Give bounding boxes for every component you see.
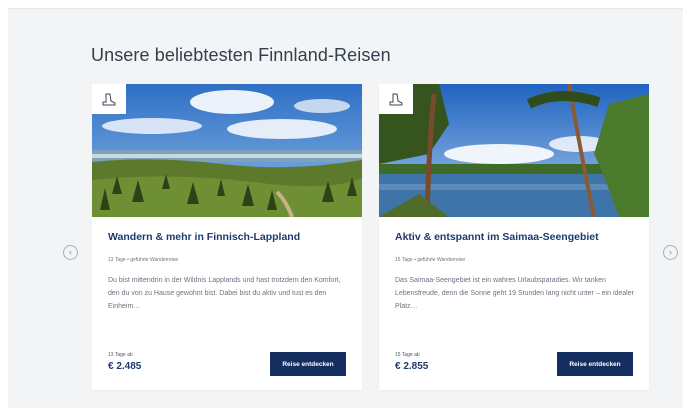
discover-tour-button[interactable]: Reise entdecken: [270, 352, 346, 376]
tour-type-badge: [379, 84, 413, 114]
tour-price: € 2.485: [108, 361, 142, 372]
chevron-left-icon: ‹: [69, 247, 72, 257]
section-title: Unsere beliebtesten Finnland-Reisen: [91, 45, 391, 65]
tour-meta: 13 Tage • geführte Wanderreise: [108, 257, 179, 263]
tour-type-badge: [92, 84, 126, 114]
carousel-next-button[interactable]: ›: [663, 245, 678, 260]
tour-price: € 2.855: [395, 361, 429, 372]
hiking-boot-icon: [102, 93, 116, 106]
tour-photo-lapland[interactable]: [92, 84, 362, 217]
tour-description: Das Saimaa-Seengebiet ist ein wahres Url…: [395, 277, 634, 310]
hiking-boot-icon: [389, 93, 403, 106]
tour-meta: 15 Tage • geführte Wanderreise: [395, 257, 466, 263]
tour-card[interactable]: Wandern & mehr in Finnisch-Lappland 13 T…: [92, 84, 362, 390]
discover-tour-button[interactable]: Reise entdecken: [557, 352, 633, 376]
tour-card[interactable]: Aktiv & entspannt im Saimaa-Seengebiet 1…: [379, 84, 649, 390]
carousel-section: Unsere beliebtesten Finnland-Reisen ‹ Wa…: [8, 8, 683, 408]
price-label: 15 Tage ab: [395, 352, 420, 358]
price-label: 13 Tage ab: [108, 352, 133, 358]
tour-description: Du bist mittendrin in der Wildnis Lappla…: [108, 277, 341, 310]
tour-photo-saimaa[interactable]: [379, 84, 649, 217]
chevron-right-icon: ›: [669, 247, 672, 257]
tour-title[interactable]: Aktiv & entspannt im Saimaa-Seengebiet: [395, 231, 599, 243]
tour-title[interactable]: Wandern & mehr in Finnisch-Lappland: [108, 231, 300, 243]
carousel-prev-button[interactable]: ‹: [63, 245, 78, 260]
